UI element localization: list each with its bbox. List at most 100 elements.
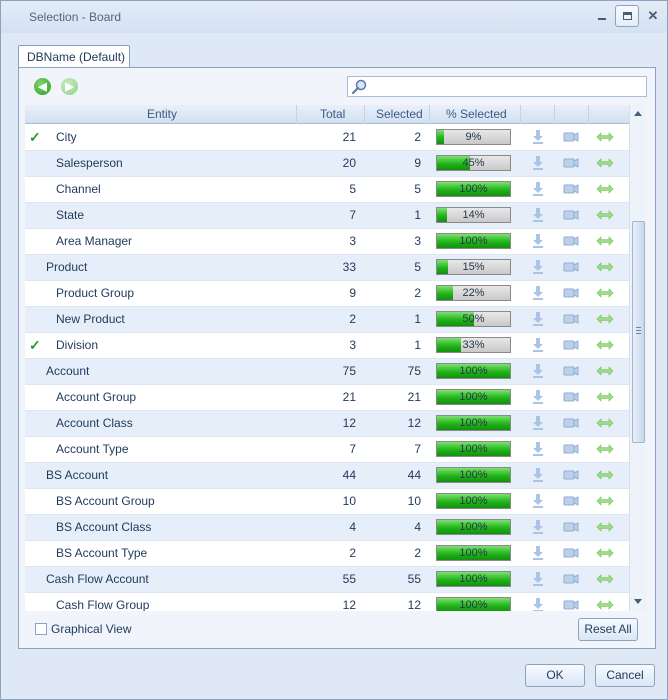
expand-arrows-icon[interactable] (596, 544, 614, 562)
table-row[interactable]: ✓ City 21 2 9% (25, 125, 629, 151)
percent-selected-bar: 100% (436, 363, 511, 379)
maximize-button[interactable] (615, 5, 639, 27)
camera-icon[interactable] (562, 440, 580, 458)
table-row[interactable]: Product 33 5 15% (25, 255, 629, 281)
expand-arrows-icon[interactable] (596, 258, 614, 276)
table-row[interactable]: BS Account Class 4 4 100% (25, 515, 629, 541)
download-icon[interactable] (529, 206, 547, 224)
camera-icon[interactable] (562, 336, 580, 354)
scroll-down-icon[interactable] (634, 599, 642, 604)
download-icon[interactable] (529, 258, 547, 276)
camera-icon[interactable] (562, 232, 580, 250)
ok-button[interactable]: OK (525, 664, 585, 687)
download-icon[interactable] (529, 180, 547, 198)
expand-arrows-icon[interactable] (596, 154, 614, 172)
column-header-total[interactable]: Total (320, 107, 345, 121)
camera-icon[interactable] (562, 206, 580, 224)
download-icon[interactable] (529, 570, 547, 588)
expand-arrows-icon[interactable] (596, 414, 614, 432)
expand-arrows-icon[interactable] (596, 362, 614, 380)
download-icon[interactable] (529, 362, 547, 380)
table-row[interactable]: Account 75 75 100% (25, 359, 629, 385)
expand-arrows-icon[interactable] (596, 596, 614, 611)
table-row[interactable]: Channel 5 5 100% (25, 177, 629, 203)
camera-icon[interactable] (562, 414, 580, 432)
percent-selected-bar: 100% (436, 519, 511, 535)
expand-arrows-icon[interactable] (596, 492, 614, 510)
table-row[interactable]: State 7 1 14% (25, 203, 629, 229)
table-row[interactable]: BS Account Group 10 10 100% (25, 489, 629, 515)
download-icon[interactable] (529, 440, 547, 458)
expand-arrows-icon[interactable] (596, 232, 614, 250)
minimize-button[interactable] (590, 5, 614, 27)
download-icon[interactable] (529, 128, 547, 146)
table-row[interactable]: Salesperson 20 9 45% (25, 151, 629, 177)
camera-icon[interactable] (562, 388, 580, 406)
tab-dbname-default[interactable]: DBName (Default) (18, 45, 130, 68)
graphical-view-checkbox[interactable] (35, 623, 47, 635)
forward-button[interactable]: ▶ (61, 78, 78, 95)
cancel-button[interactable]: Cancel (595, 664, 655, 687)
camera-icon[interactable] (562, 180, 580, 198)
column-header-entity[interactable]: Entity (147, 107, 177, 121)
expand-arrows-icon[interactable] (596, 180, 614, 198)
camera-icon[interactable] (562, 154, 580, 172)
camera-icon[interactable] (562, 492, 580, 510)
download-icon[interactable] (529, 596, 547, 611)
camera-icon[interactable] (562, 570, 580, 588)
table-row[interactable]: Account Group 21 21 100% (25, 385, 629, 411)
scroll-thumb[interactable] (632, 221, 645, 443)
download-icon[interactable] (529, 154, 547, 172)
expand-arrows-icon[interactable] (596, 570, 614, 588)
expand-arrows-icon[interactable] (596, 466, 614, 484)
table-row[interactable]: Account Class 12 12 100% (25, 411, 629, 437)
download-icon[interactable] (529, 544, 547, 562)
expand-arrows-icon[interactable] (596, 310, 614, 328)
close-button[interactable]: ✕ (641, 5, 665, 27)
download-icon[interactable] (529, 232, 547, 250)
scroll-up-icon[interactable] (634, 111, 642, 116)
expand-arrows-icon[interactable] (596, 440, 614, 458)
expand-arrows-icon[interactable] (596, 336, 614, 354)
download-icon[interactable] (529, 466, 547, 484)
table-row[interactable]: Cash Flow Group 12 12 100% (25, 593, 629, 611)
download-icon[interactable] (529, 284, 547, 302)
vertical-scrollbar[interactable] (629, 105, 646, 611)
table-row[interactable]: Area Manager 3 3 100% (25, 229, 629, 255)
expand-arrows-icon[interactable] (596, 518, 614, 536)
expand-arrows-icon[interactable] (596, 128, 614, 146)
download-icon[interactable] (529, 336, 547, 354)
download-icon[interactable] (529, 310, 547, 328)
column-header-selected[interactable]: Selected (376, 107, 423, 121)
camera-icon[interactable] (562, 128, 580, 146)
camera-icon[interactable] (562, 466, 580, 484)
expand-arrows-icon[interactable] (596, 388, 614, 406)
table-row[interactable]: ✓ Division 3 1 33% (25, 333, 629, 359)
title-bar[interactable]: Selection - Board ✕ (1, 1, 667, 33)
camera-icon[interactable] (562, 596, 580, 611)
back-button[interactable]: ◀ (34, 78, 51, 95)
camera-icon[interactable] (562, 518, 580, 536)
camera-icon[interactable] (562, 284, 580, 302)
table-row[interactable]: New Product 2 1 50% (25, 307, 629, 333)
table-row[interactable]: Product Group 9 2 22% (25, 281, 629, 307)
reset-all-button[interactable]: Reset All (578, 618, 638, 641)
percent-selected-bar: 14% (436, 207, 511, 223)
download-icon[interactable] (529, 518, 547, 536)
camera-icon[interactable] (562, 258, 580, 276)
download-icon[interactable] (529, 414, 547, 432)
table-row[interactable]: Account Type 7 7 100% (25, 437, 629, 463)
camera-icon[interactable] (562, 544, 580, 562)
expand-arrows-icon[interactable] (596, 206, 614, 224)
camera-icon[interactable] (562, 310, 580, 328)
search-input[interactable] (347, 76, 647, 97)
expand-arrows-icon[interactable] (596, 284, 614, 302)
column-header-percent-selected[interactable]: % Selected (446, 107, 507, 121)
table-row[interactable]: BS Account Type 2 2 100% (25, 541, 629, 567)
percent-selected-bar: 45% (436, 155, 511, 171)
table-row[interactable]: BS Account 44 44 100% (25, 463, 629, 489)
table-row[interactable]: Cash Flow Account 55 55 100% (25, 567, 629, 593)
camera-icon[interactable] (562, 362, 580, 380)
download-icon[interactable] (529, 388, 547, 406)
download-icon[interactable] (529, 492, 547, 510)
